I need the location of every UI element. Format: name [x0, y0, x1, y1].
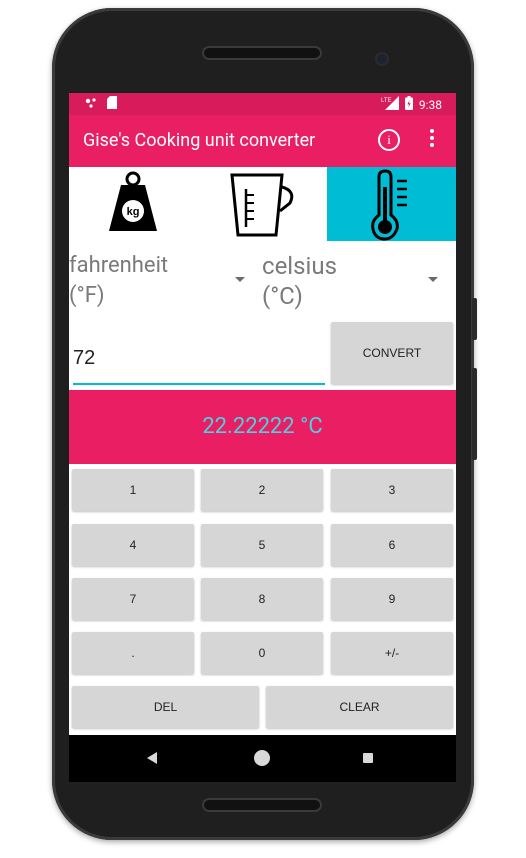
- key-plus-minus[interactable]: +/-: [331, 632, 453, 674]
- key-1[interactable]: 1: [72, 469, 194, 511]
- thermometer-icon: [371, 169, 407, 241]
- key-2[interactable]: 2: [201, 469, 323, 511]
- status-bar: LTE 9:38: [69, 93, 456, 115]
- app-screen: LTE 9:38 Gise's Cooking unit converter i…: [69, 93, 456, 782]
- app-title: Gise's Cooking unit converter: [83, 130, 316, 151]
- key-4[interactable]: 4: [72, 524, 194, 566]
- lte-signal-icon: LTE: [381, 96, 399, 113]
- notification-dots-icon: [85, 97, 99, 112]
- recents-icon[interactable]: [363, 753, 373, 763]
- clock: 9:38: [418, 97, 442, 112]
- back-icon[interactable]: [147, 752, 157, 764]
- front-camera: [377, 54, 387, 64]
- sd-card-icon: [107, 96, 117, 112]
- from-unit-spinner[interactable]: fahrenheit (°F): [69, 241, 249, 311]
- chevron-down-icon: [235, 277, 245, 282]
- key-8[interactable]: 8: [201, 578, 323, 620]
- key-5[interactable]: 5: [201, 524, 323, 566]
- more-vert-icon[interactable]: [430, 129, 434, 150]
- from-unit-label: fahrenheit (°F): [69, 253, 169, 308]
- to-unit-label: celsius (°C): [262, 252, 337, 310]
- tab-temperature[interactable]: [327, 167, 456, 241]
- home-icon[interactable]: [254, 750, 270, 766]
- power-button: [472, 298, 477, 340]
- category-tabs: kg: [69, 167, 456, 241]
- value-input[interactable]: [73, 333, 325, 385]
- navigation-bar: [69, 735, 456, 782]
- tab-weight[interactable]: kg: [69, 167, 198, 241]
- del-button[interactable]: DEL: [72, 686, 259, 728]
- key-3[interactable]: 3: [331, 469, 453, 511]
- key-6[interactable]: 6: [331, 524, 453, 566]
- convert-button[interactable]: CONVERT: [331, 322, 453, 384]
- app-bar: Gise's Cooking unit converter i: [69, 115, 456, 167]
- key-7[interactable]: 7: [72, 578, 194, 620]
- bottom-speaker: [202, 798, 322, 812]
- kg-label: kg: [127, 206, 140, 218]
- battery-charging-icon: [404, 96, 413, 113]
- result-display: 22.22222 °C: [69, 390, 456, 464]
- info-icon[interactable]: i: [378, 129, 400, 151]
- earpiece-speaker: [202, 46, 322, 60]
- kg-weight-icon: kg: [109, 171, 157, 231]
- key-decimal[interactable]: .: [72, 632, 194, 674]
- to-unit-spinner[interactable]: celsius (°C): [262, 241, 442, 311]
- tab-volume[interactable]: [198, 167, 327, 241]
- key-9[interactable]: 9: [331, 578, 453, 620]
- lte-label: LTE: [381, 98, 392, 104]
- volume-button: [472, 368, 477, 460]
- chevron-down-icon: [428, 277, 438, 282]
- clear-button[interactable]: CLEAR: [266, 686, 453, 728]
- measuring-cup-icon: [230, 173, 294, 237]
- key-0[interactable]: 0: [201, 632, 323, 674]
